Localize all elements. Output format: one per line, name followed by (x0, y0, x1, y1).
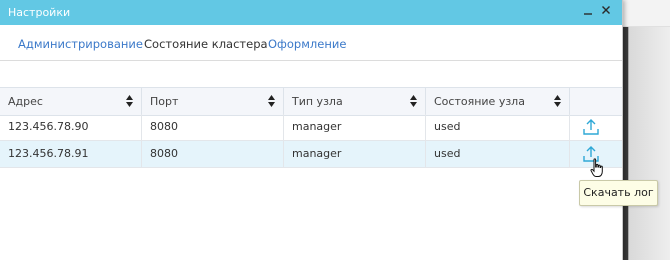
table-row[interactable]: 123.456.78.91 8080 manager used (0, 141, 622, 168)
column-header-label: Адрес (8, 95, 43, 108)
close-icon (602, 6, 610, 14)
download-log-icon[interactable] (582, 118, 600, 136)
column-header-address[interactable]: Адрес (0, 88, 142, 115)
column-header-node-state[interactable]: Состояние узла (426, 88, 570, 115)
tab-cluster-state[interactable]: Состояние кластера (144, 37, 268, 51)
cell-node-state: used (434, 120, 461, 133)
column-header-label: Тип узла (292, 95, 343, 108)
sort-arrows-icon (410, 95, 417, 107)
column-divider (425, 114, 426, 140)
close-button[interactable] (598, 3, 614, 21)
column-header-actions (570, 88, 622, 115)
column-header-port[interactable]: Порт (142, 88, 284, 115)
hand-pointer-icon (590, 158, 603, 177)
tab-administration[interactable]: Администрирование (18, 37, 143, 51)
column-divider (141, 114, 142, 140)
window-titlebar: Настройки (0, 0, 622, 25)
cell-address: 123.456.78.91 (8, 147, 89, 160)
sort-arrows-icon (554, 95, 561, 107)
settings-window: Настройки Администрирование Состояние кл… (0, 0, 623, 260)
column-divider (283, 141, 284, 167)
background-window-bar (622, 0, 670, 27)
column-divider (283, 114, 284, 140)
column-divider (425, 141, 426, 167)
cell-node-state: used (434, 147, 461, 160)
column-header-label: Состояние узла (434, 95, 525, 108)
cell-port: 8080 (150, 147, 178, 160)
tab-bar: Администрирование Состояние кластера Офо… (0, 25, 622, 61)
column-divider (569, 114, 570, 140)
table-header: Адрес Порт Тип узла Состояние узла (0, 87, 622, 116)
column-header-label: Порт (150, 95, 179, 108)
column-divider (141, 141, 142, 167)
table-row[interactable]: 123.456.78.90 8080 manager used (0, 114, 622, 141)
tab-appearance[interactable]: Оформление (268, 37, 346, 51)
cell-node-type: manager (292, 120, 342, 133)
cell-address: 123.456.78.90 (8, 120, 89, 133)
column-divider (569, 141, 570, 167)
window-title: Настройки (8, 6, 71, 19)
minimize-button[interactable] (580, 3, 596, 21)
toolbar-divider (0, 60, 622, 61)
tooltip-download-log: Скачать лог (579, 180, 658, 206)
minimize-icon (584, 13, 592, 15)
cell-port: 8080 (150, 120, 178, 133)
sort-arrows-icon (126, 95, 133, 107)
column-header-node-type[interactable]: Тип узла (284, 88, 426, 115)
sort-arrows-icon (268, 95, 275, 107)
cell-node-type: manager (292, 147, 342, 160)
